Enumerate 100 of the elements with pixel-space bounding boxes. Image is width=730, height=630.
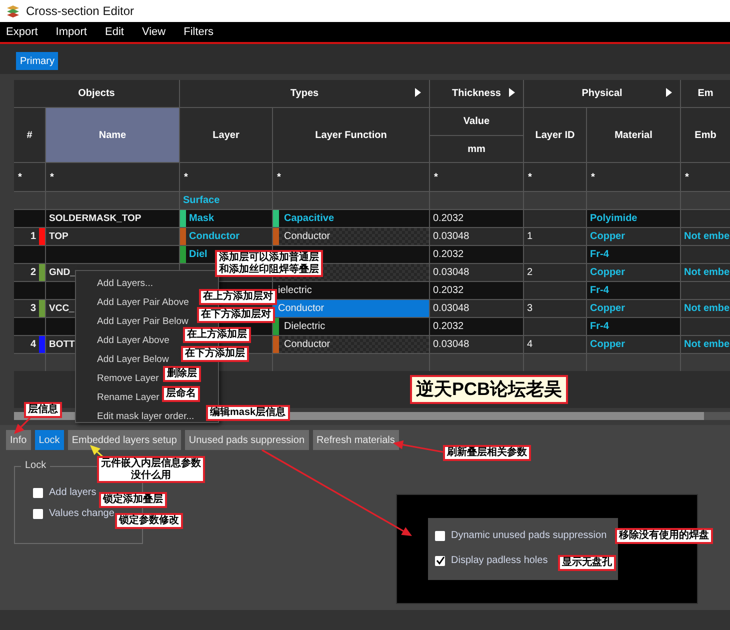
table-cell: 0.2032 xyxy=(430,210,523,227)
table-cell: Copper xyxy=(587,228,680,245)
filter-cell[interactable]: * xyxy=(273,163,429,191)
table-cell xyxy=(14,354,45,371)
filter-cell[interactable]: * xyxy=(180,163,272,191)
table-cell: Fr-4 xyxy=(587,282,680,299)
expand-arrow-icon[interactable] xyxy=(509,88,515,97)
tab[interactable]: Embedded layers setup xyxy=(68,430,181,450)
cell-text: 3 xyxy=(29,302,37,316)
callout-arrow xyxy=(90,445,105,459)
expand-arrow-icon[interactable] xyxy=(415,88,421,97)
callout-note: 在下方添加层对 xyxy=(197,307,275,322)
column-header[interactable]: Layer ID xyxy=(524,108,586,162)
column-header[interactable]: # xyxy=(14,108,45,162)
expand-arrow-icon[interactable] xyxy=(666,88,672,97)
checkbox[interactable] xyxy=(435,556,445,566)
header-label: Objects xyxy=(78,88,115,99)
group-title: Lock xyxy=(21,460,50,471)
tab[interactable]: Refresh materials xyxy=(312,430,399,450)
menu-item[interactable]: Edit xyxy=(104,26,124,38)
cell-text: Conductor xyxy=(283,230,332,244)
tab[interactable]: Info xyxy=(6,430,31,450)
sheet-tab[interactable]: Primary xyxy=(16,52,58,70)
filter-cell[interactable]: * xyxy=(430,163,523,191)
table-cell: Surface xyxy=(180,192,272,209)
menu-item[interactable]: Remove Layer xyxy=(97,369,159,388)
checkbox[interactable] xyxy=(435,530,445,540)
table-cell: 0.2032 xyxy=(430,282,523,299)
callout-note: 刷新叠层相关参数 xyxy=(443,445,531,460)
cell-text: 1 xyxy=(29,230,37,244)
column-header[interactable]: Layer Function xyxy=(273,108,429,162)
table-cell xyxy=(681,282,730,299)
table-cell xyxy=(524,192,586,209)
table-cell: Not embe xyxy=(681,336,730,353)
callout-note: 层信息 xyxy=(24,402,62,418)
filter-cell[interactable]: * xyxy=(524,163,586,191)
table-cell: Copper xyxy=(587,264,680,281)
cell-text: Diel xyxy=(188,248,208,262)
table-cell: 0.2032 xyxy=(430,318,523,335)
callout-arrow xyxy=(14,417,31,434)
menu-item[interactable]: Edit mask layer order... xyxy=(97,407,194,426)
filter-cell[interactable]: * xyxy=(46,163,179,191)
menu-item[interactable]: Rename Layer xyxy=(97,388,160,407)
table-cell: 1 xyxy=(524,228,586,245)
menu-item[interactable]: Import xyxy=(56,26,87,38)
table-cell: SOLDERMASK_TOP xyxy=(46,210,179,227)
table-cell xyxy=(681,318,730,335)
column-header[interactable]: Name xyxy=(46,108,179,162)
filter-cell[interactable]: * xyxy=(681,163,730,191)
menu-item[interactable]: Filters xyxy=(184,26,214,38)
cell-text: Mask xyxy=(188,212,216,226)
table-cell: Not embe xyxy=(681,264,730,281)
header-label: Em xyxy=(698,88,714,99)
callout-note: 编辑mask层信息 xyxy=(206,405,290,420)
callout-note: 在上方添加层对 xyxy=(199,289,277,304)
table-cell xyxy=(681,192,730,209)
filter-cell[interactable]: * xyxy=(587,163,680,191)
table-cell: Not embe xyxy=(681,300,730,317)
header-label: Types xyxy=(290,88,319,99)
callout-note: 删除层 xyxy=(163,366,201,382)
column-header[interactable]: Emb xyxy=(681,108,730,162)
callout-note: 在上方添加层 xyxy=(183,327,251,342)
table-cell xyxy=(681,246,730,263)
table-cell: Polyimide xyxy=(587,210,680,227)
menu-item[interactable]: View xyxy=(142,26,166,38)
callout-note: 移除没有使用的焊盘 xyxy=(615,528,713,544)
column-header[interactable]: Layer xyxy=(180,108,272,162)
table-cell: Fr-4 xyxy=(587,318,680,335)
column-header[interactable]: Material xyxy=(587,108,680,162)
cell-text: 4 xyxy=(29,338,37,352)
checkbox-label: Dynamic unused pads suppression xyxy=(451,530,607,541)
table-cell xyxy=(14,318,45,335)
tab[interactable]: Lock xyxy=(34,430,64,450)
menu-item[interactable]: Add Layer Below xyxy=(97,350,169,369)
filter-cell[interactable]: * xyxy=(14,163,45,191)
window-title: Cross-section Editor xyxy=(26,4,134,18)
table-cell xyxy=(14,282,45,299)
unit-header: mm xyxy=(430,136,523,162)
callout-note: 锁定参数修改 xyxy=(115,513,183,528)
table-cell: ielectric xyxy=(273,282,429,299)
column-header[interactable]: Value xyxy=(430,108,523,135)
cell-text: Capacitive xyxy=(283,212,336,226)
checkbox-label: Add layers xyxy=(49,487,96,498)
callout-note: 显示无盘孔 xyxy=(558,555,616,570)
table-cell: 4 xyxy=(524,336,586,353)
table-cell xyxy=(524,318,586,335)
checkbox[interactable] xyxy=(33,488,43,498)
watermark-banner: 逆天PCB论坛老吴 xyxy=(410,375,568,404)
menu-item[interactable]: Export xyxy=(6,26,38,38)
checkbox[interactable] xyxy=(33,508,43,518)
table-cell: 0.03048 xyxy=(430,336,523,353)
cell-text: Dielectric xyxy=(283,320,326,334)
table-cell: 0.03048 xyxy=(430,264,523,281)
callout-note: 元件嵌入内层信息参数 没什么用 xyxy=(97,456,205,483)
table-cell: Copper xyxy=(587,300,680,317)
table-cell xyxy=(524,210,586,227)
table-cell xyxy=(524,282,586,299)
tab[interactable]: Unused pads suppression xyxy=(184,430,309,450)
table-cell: Not embe xyxy=(681,228,730,245)
table-cell: Copper xyxy=(587,336,680,353)
